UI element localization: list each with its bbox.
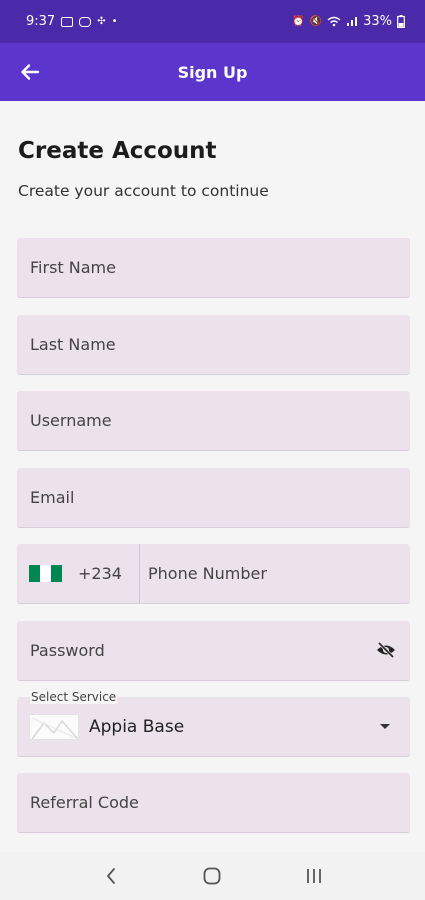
alarm-icon: ⏰	[292, 15, 305, 27]
password-visibility-toggle[interactable]	[376, 641, 396, 663]
app-bar: Sign Up	[0, 43, 425, 101]
first-name-placeholder: First Name	[30, 258, 116, 277]
signal-icon	[347, 17, 358, 26]
country-code: +234	[78, 564, 122, 583]
youtube-icon	[61, 16, 74, 27]
phone-field: +234 Phone Number	[17, 544, 410, 604]
service-label: Select Service	[30, 690, 118, 704]
page-title: Create Account	[18, 138, 217, 164]
wifi-icon	[327, 16, 341, 27]
email-field[interactable]: Email	[17, 468, 410, 528]
last-name-field[interactable]: Last Name	[17, 315, 410, 375]
nav-back-button[interactable]	[96, 861, 126, 891]
service-value: Appia Base	[89, 716, 185, 737]
back-button[interactable]	[16, 58, 44, 86]
country-code-picker[interactable]: +234	[17, 544, 140, 603]
username-field[interactable]: Username	[17, 391, 410, 451]
arrow-left-icon	[21, 64, 40, 80]
password-placeholder: Password	[30, 641, 105, 660]
dot-icon: •	[111, 15, 118, 27]
nav-recents-button[interactable]	[299, 861, 329, 891]
eye-off-icon	[377, 641, 395, 659]
page-subtitle: Create your account to continue	[18, 182, 269, 200]
email-placeholder: Email	[30, 488, 75, 507]
password-field[interactable]: Password	[17, 621, 410, 681]
fan-icon: ✣	[97, 15, 106, 27]
referral-code-field[interactable]: Referral Code	[17, 773, 410, 833]
service-select[interactable]: Appia Base	[17, 697, 410, 757]
first-name-field[interactable]: First Name	[17, 238, 410, 298]
status-left: 9:37 ✣ •	[26, 14, 118, 29]
system-nav-bar	[0, 852, 425, 900]
instagram-icon	[79, 16, 92, 27]
referral-placeholder: Referral Code	[30, 793, 139, 812]
mute-icon: 🔇	[309, 15, 323, 27]
phone-number-input[interactable]: Phone Number	[140, 564, 267, 583]
last-name-placeholder: Last Name	[30, 335, 116, 354]
nigeria-flag	[29, 565, 62, 582]
app-bar-title: Sign Up	[177, 62, 248, 82]
status-bar: 9:37 ✣ • ⏰ 🔇 33%	[0, 0, 425, 43]
status-time: 9:37	[26, 14, 56, 29]
status-right: ⏰ 🔇 33%	[292, 14, 405, 29]
nav-back-icon	[106, 868, 115, 884]
username-placeholder: Username	[30, 411, 112, 430]
nav-home-icon	[204, 867, 221, 885]
battery-icon	[397, 15, 405, 28]
service-logo	[29, 713, 79, 740]
nav-recents-icon	[307, 869, 322, 883]
nav-home-button[interactable]	[197, 861, 227, 891]
battery-percent: 33%	[363, 14, 392, 29]
phone-placeholder: Phone Number	[148, 564, 267, 583]
chevron-down-icon	[380, 724, 390, 729]
